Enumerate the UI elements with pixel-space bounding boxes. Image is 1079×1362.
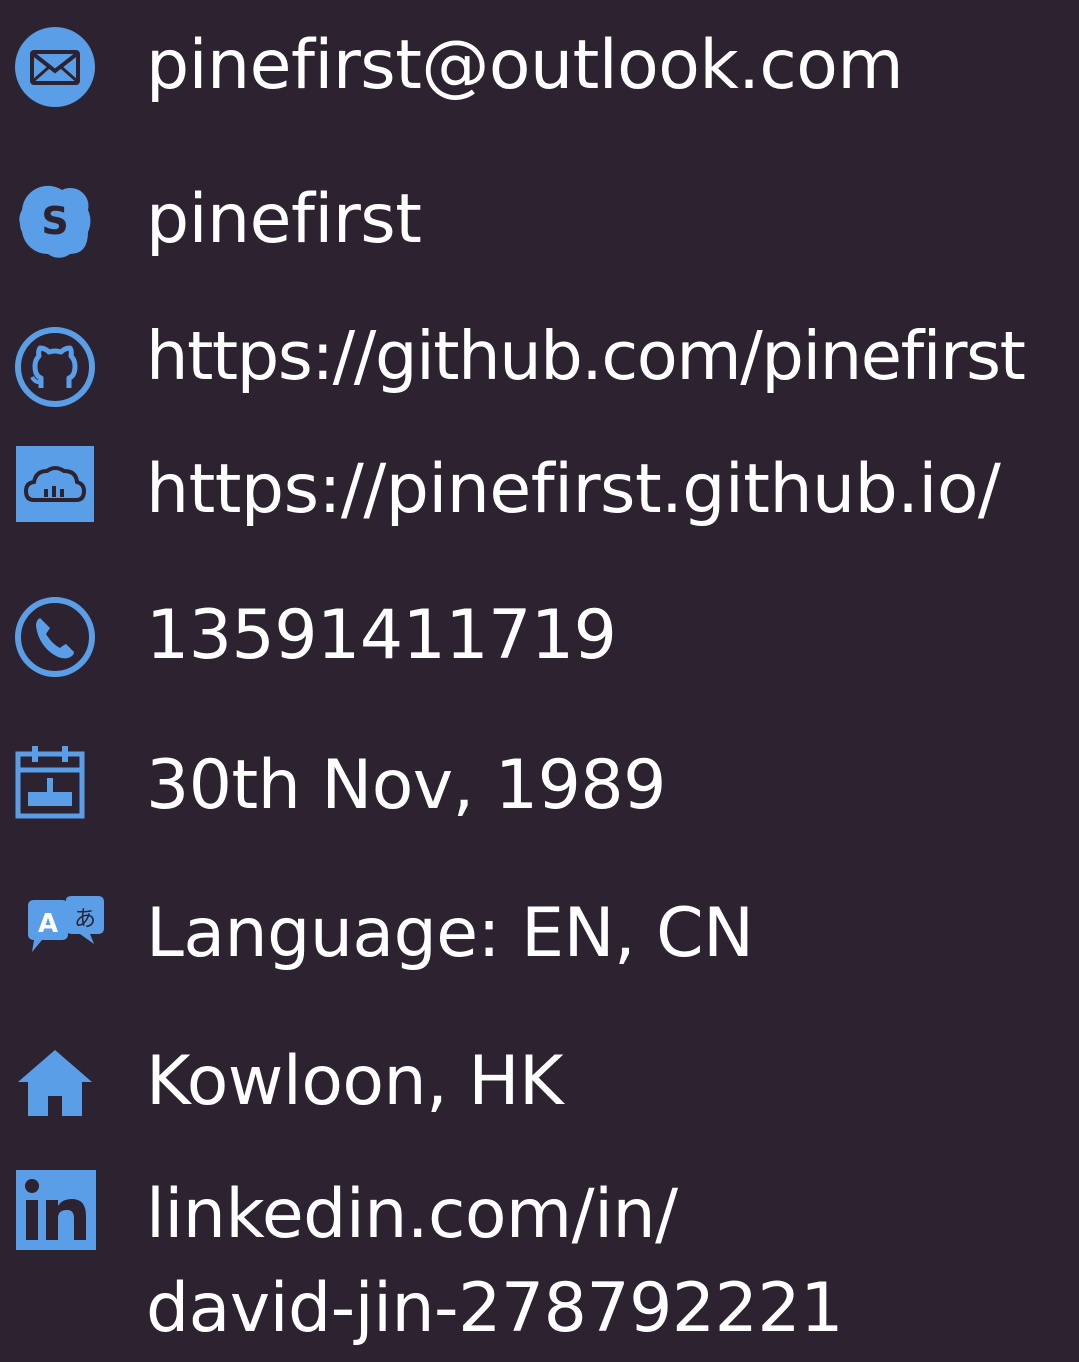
location-text: Kowloon, HK [146, 1042, 564, 1121]
contact-language: A あ Language: EN, CN [0, 860, 1079, 1010]
github-icon [14, 326, 96, 408]
translate-icon: A あ [20, 896, 110, 962]
phone-icon [14, 596, 96, 678]
phone-text[interactable]: 13591411719 [146, 598, 617, 674]
linkedin-icon [14, 1168, 98, 1252]
skype-text: pinefirst [146, 180, 422, 259]
github-link[interactable]: https://github.com/pinefirst [146, 318, 1026, 394]
home-icon [14, 1044, 96, 1120]
calendar-icon [14, 744, 86, 820]
svg-text:A: A [38, 909, 58, 939]
contact-list: pinefirst@outlook.com S pinefirst https:… [0, 0, 1079, 1362]
birthday-text: 30th Nov, 1989 [146, 746, 666, 825]
email-text[interactable]: pinefirst@outlook.com [146, 28, 904, 104]
linkedin-link[interactable]: linkedin.com/in/ david-jin-278792221 [146, 1168, 843, 1356]
website-link[interactable]: https://pinefirst.github.io/ [146, 452, 1001, 528]
contact-phone: 13591411719 [0, 570, 1079, 710]
email-icon [14, 26, 96, 108]
contact-skype: S pinefirst [0, 150, 1079, 290]
contact-location: Kowloon, HK [0, 1010, 1079, 1160]
contact-email: pinefirst@outlook.com [0, 0, 1079, 140]
svg-text:S: S [41, 199, 68, 243]
linkedin-text-line1: linkedin.com/in/ [146, 1175, 678, 1254]
contact-linkedin: linkedin.com/in/ david-jin-278792221 [0, 1160, 1079, 1362]
contact-birthday: 30th Nov, 1989 [0, 710, 1079, 860]
skype-icon: S [14, 180, 96, 262]
svg-text:あ: あ [74, 907, 96, 932]
linkedin-text-line2: david-jin-278792221 [146, 1269, 843, 1348]
contact-github: https://github.com/pinefirst [0, 290, 1079, 430]
language-text: Language: EN, CN [146, 894, 754, 973]
contact-website: https://pinefirst.github.io/ [0, 430, 1079, 570]
cloud-website-icon [14, 444, 96, 524]
